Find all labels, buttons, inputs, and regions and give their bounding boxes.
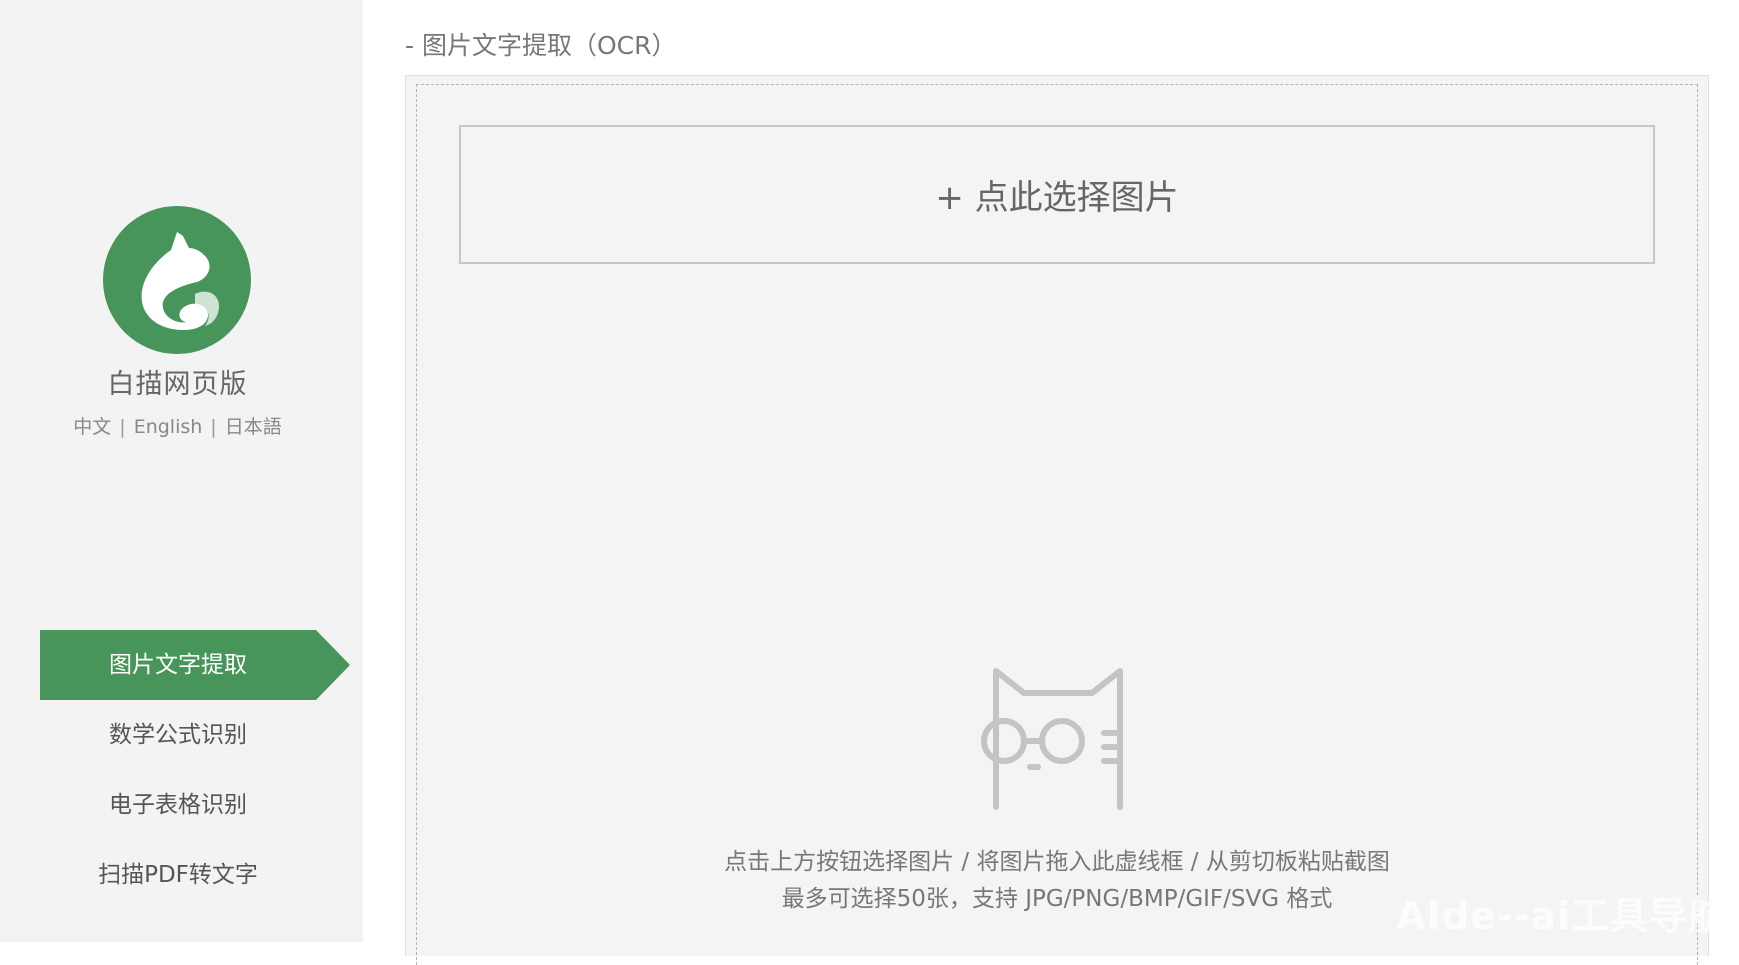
nav-item-label: 图片文字提取 (109, 652, 247, 678)
lang-separator: | (210, 416, 216, 438)
nav-item-label: 扫描PDF转文字 (98, 862, 258, 888)
nav-item-image-ocr[interactable]: 图片文字提取 (40, 630, 316, 700)
nav-item-label: 数学公式识别 (109, 722, 247, 748)
nav-item-table-ocr[interactable]: 电子表格识别 (40, 770, 316, 840)
nav-item-formula-ocr[interactable]: 数学公式识别 (40, 700, 316, 770)
cat-with-glasses-icon (980, 665, 1144, 810)
hint-text-line1: 点击上方按钮选择图片 / 将图片拖入此虚线框 / 从剪切板粘贴截图 (417, 842, 1697, 876)
nav-item-label: 电子表格识别 (109, 792, 247, 818)
active-arrow-indicator (316, 630, 350, 700)
app-name: 白描网页版 (0, 362, 355, 401)
baimiao-logo-icon (103, 206, 251, 354)
page-title: - 图片文字提取（OCR） (405, 26, 676, 62)
drop-zone[interactable]: + 点此选择图片 点击上方按钮选择图片 / 将图片拖入此虚线框 / 从剪切板粘贴… (416, 84, 1698, 965)
sidebar-nav: 图片文字提取 数学公式识别 电子表格识别 扫描PDF转文字 (40, 630, 350, 910)
lang-separator: | (119, 416, 125, 438)
select-image-button[interactable]: + 点此选择图片 (459, 125, 1655, 264)
lang-japanese[interactable]: 日本語 (225, 416, 282, 438)
language-switcher: 中文 | English | 日本語 (0, 412, 355, 439)
lang-english[interactable]: English (134, 416, 203, 438)
nav-item-pdf-ocr[interactable]: 扫描PDF转文字 (40, 840, 316, 910)
lang-chinese[interactable]: 中文 (73, 416, 111, 438)
sidebar: 白描网页版 中文 | English | 日本語 图片文字提取 数学公式识别 电子表格识… (0, 0, 363, 942)
drop-zone-container: + 点此选择图片 点击上方按钮选择图片 / 将图片拖入此虚线框 / 从剪切板粘贴… (405, 75, 1709, 956)
watermark: AIde--ai工具导航 (1396, 885, 1727, 940)
